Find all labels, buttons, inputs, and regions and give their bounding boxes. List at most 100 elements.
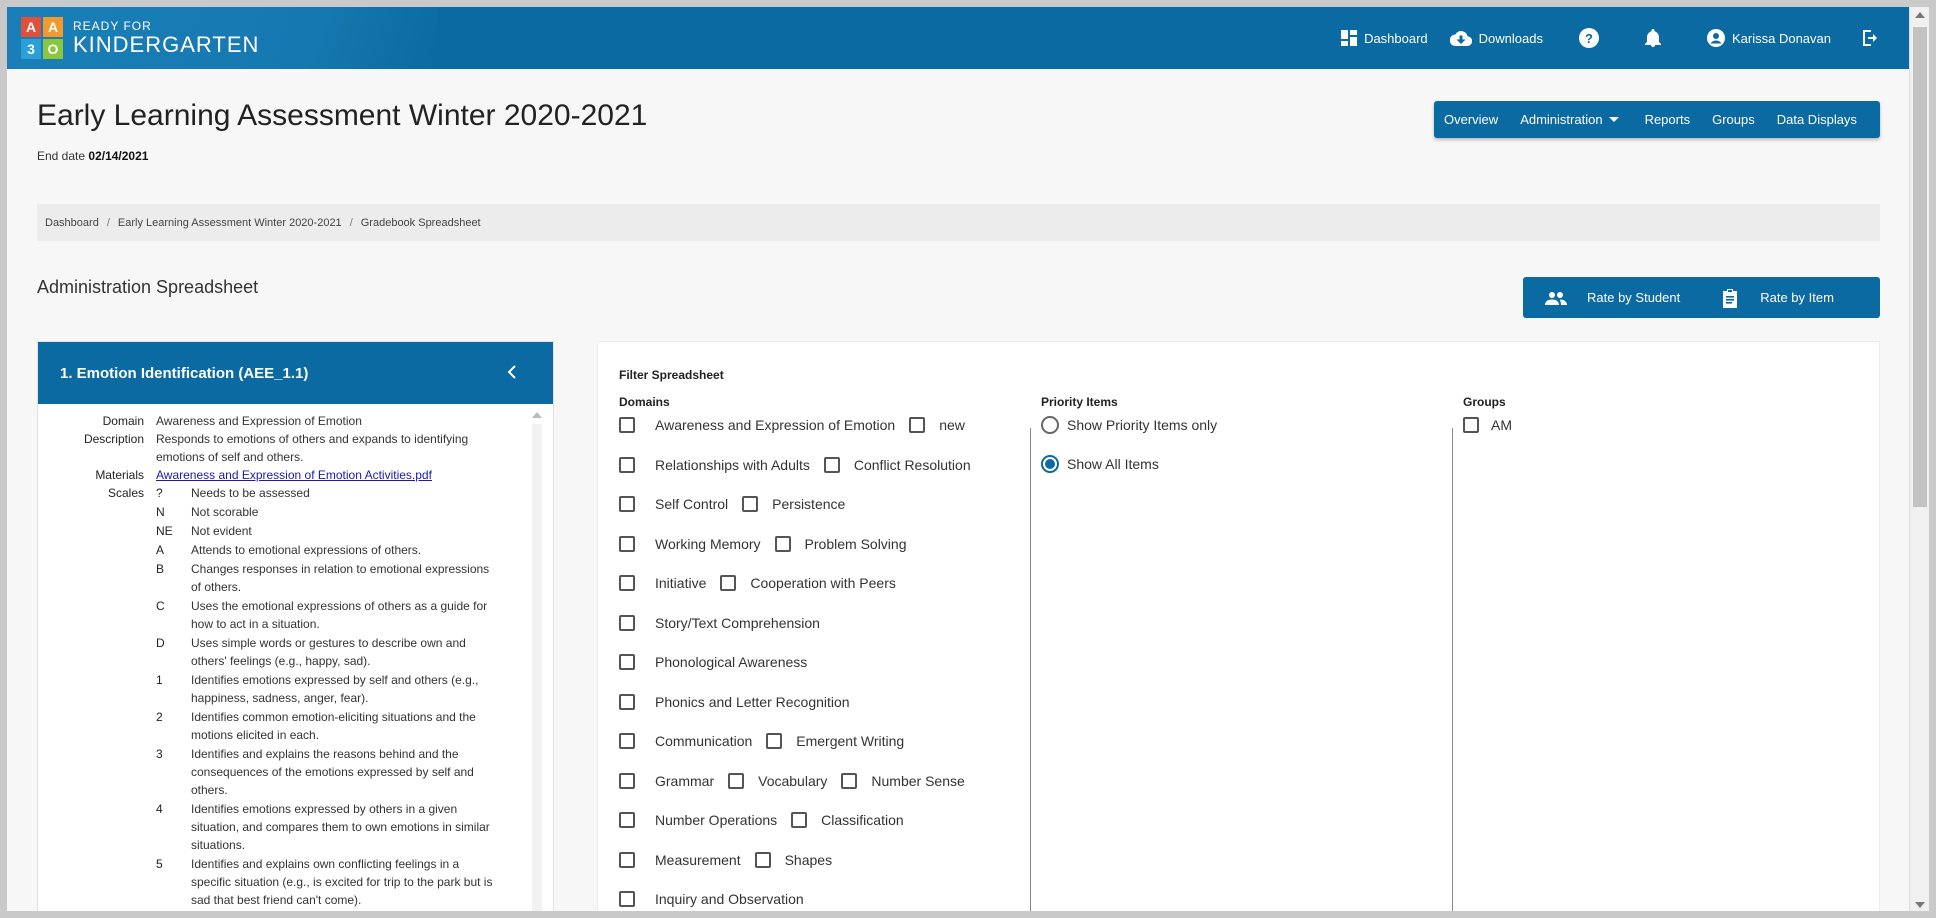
domain-label: Shapes [784,851,833,868]
clipboard-icon [1723,288,1738,308]
people-icon [1545,291,1567,305]
domain-label: Measurement [655,851,741,868]
domain-checkbox[interactable] [791,812,808,828]
scale-item: D Uses simple words or gestures to descri… [156,636,466,668]
domain-checkbox[interactable] [619,851,635,868]
logo-tagline: READY FOR [73,19,152,33]
scales-list: ? Needs to be assessed N Not scorable NE No… [156,484,516,910]
show-all-label: Show All Items [1067,456,1159,472]
domain-checkbox[interactable] [619,496,635,512]
logo-blocks: A A 3 O [21,17,63,59]
help-icon: ? [1579,28,1599,48]
domains-heading: Domains [619,395,670,409]
domain-label: Number Operations [655,812,778,828]
scroll-up-icon[interactable] [532,412,542,418]
domain-label: Initiative [655,575,707,591]
details-scrollbar[interactable] [531,410,543,911]
domain-checkbox[interactable] [774,535,791,552]
domain-checkbox[interactable] [619,733,635,749]
domain-checkbox[interactable] [823,456,840,473]
notifications-button[interactable] [1645,29,1661,47]
rate-by-student-button[interactable]: Rate by Student [1545,290,1680,305]
scroll-thumb[interactable] [1913,27,1927,507]
scale-item: B Changes responses in relation to emotio… [156,562,490,594]
domain-filter-row: Story/Text Comprehension [619,614,820,631]
item-header: 1. Emotion Identification (AEE_1.1) [38,342,553,404]
window-scrollbar[interactable] [1909,7,1929,911]
domain-label: Self Control [655,496,729,512]
priority-only-option[interactable]: Show Priority Items only [1041,416,1217,434]
domain-checkbox[interactable] [720,575,737,591]
rate-by-item-button[interactable]: Rate by Item [1722,288,1834,308]
tab-data-displays[interactable]: Data Displays [1777,112,1857,127]
chevron-left-icon[interactable] [507,364,517,380]
priority-only-radio[interactable] [1041,416,1059,434]
domain-label: Cooperation with Peers [750,575,896,591]
domain-checkbox[interactable] [619,891,635,907]
domain-value: Awareness and Expression of Emotion [156,414,362,428]
logout-icon [1863,30,1877,46]
tab-administration[interactable]: Administration [1520,112,1619,127]
domain-checkbox[interactable] [619,456,635,473]
materials-link[interactable]: Awareness and Expression of Emotion Acti… [156,468,432,482]
domain-checkbox[interactable] [742,496,759,512]
tab-reports[interactable]: Reports [1645,112,1691,127]
nav-downloads[interactable]: Downloads [1449,30,1543,46]
domain-checkbox[interactable] [619,535,635,552]
domain-label: new [939,417,965,433]
group-checkbox[interactable] [1463,417,1479,433]
domain-label: Phonics and Letter Recognition [655,693,850,710]
scale-item: 3 Identifies and explains the reasons beh… [156,747,474,797]
domain-checkbox[interactable] [754,851,771,868]
domain-checkbox[interactable] [619,812,635,828]
domain-label: Awareness and Expression of Emotion [655,417,896,433]
domain-checkbox[interactable] [619,417,635,433]
tab-overview[interactable]: Overview [1444,112,1498,127]
scale-item: N Not scorable [156,505,259,519]
breadcrumb-assessment[interactable]: Early Learning Assessment Winter 2020-20… [118,217,342,229]
domain-checkbox[interactable] [841,772,858,789]
logout-button[interactable] [1861,29,1879,47]
domain-filter-row: Measurement Shapes [619,851,833,868]
domain-filter-row: Number Operations Classification [619,812,904,828]
user-menu[interactable]: Karissa Donavan [1707,29,1831,47]
help-button[interactable]: ? [1579,28,1599,48]
domain-checkbox[interactable] [728,772,745,789]
domain-checkbox[interactable] [619,575,635,591]
rate-by-student-label: Rate by Student [1587,290,1681,305]
domain-label: Number Sense [871,772,965,789]
domain-label: Inquiry and Observation [655,891,804,907]
scale-item: NE Not evident [156,524,252,538]
scale-item: 5 Identifies and explains own conflicting… [156,857,493,907]
scroll-up-icon[interactable] [1915,12,1925,18]
end-date: End date 02/14/2021 [37,149,148,163]
filter-title: Filter Spreadsheet [619,368,724,382]
breadcrumb-dashboard[interactable]: Dashboard [45,217,99,229]
nav-dashboard[interactable]: Dashboard [1341,30,1428,46]
show-all-radio[interactable] [1041,455,1059,473]
domain-checkbox[interactable] [619,614,635,631]
end-date-label: End date [37,149,86,163]
domain-checkbox[interactable] [619,654,635,670]
scroll-down-icon[interactable] [1915,902,1925,908]
scale-item: 1 Identifies emotions expressed by self a… [156,673,479,705]
tab-groups[interactable]: Groups [1712,112,1755,127]
domain-filter-row: Awareness and Expression of Emotion new [619,417,965,433]
app-logo[interactable]: A A 3 O READY FOR KINDERGARTEN [21,17,259,59]
group-option[interactable]: AM [1463,417,1512,433]
bell-icon [1645,29,1661,47]
scale-item: A Attends to emotional expressions of oth… [156,543,422,557]
domain-label: Persistence [772,496,846,512]
domain-checkbox[interactable] [909,417,926,433]
show-all-option[interactable]: Show All Items [1041,455,1159,473]
domain-row: Domain Awareness and Expression of Emoti… [38,412,528,430]
domain-checkbox[interactable] [619,693,635,710]
domain-label: Communication [655,733,753,749]
domain-label: Problem Solving [804,535,907,552]
rate-toggle: Rate by Student Rate by Item [1523,277,1880,318]
top-nav: Dashboard Downloads ? Karissa Donavan [1319,7,1879,69]
domain-label: Vocabulary [758,772,828,789]
domain-checkbox[interactable] [766,733,783,749]
domain-checkbox[interactable] [619,772,635,789]
domain-label: Story/Text Comprehension [655,614,820,631]
